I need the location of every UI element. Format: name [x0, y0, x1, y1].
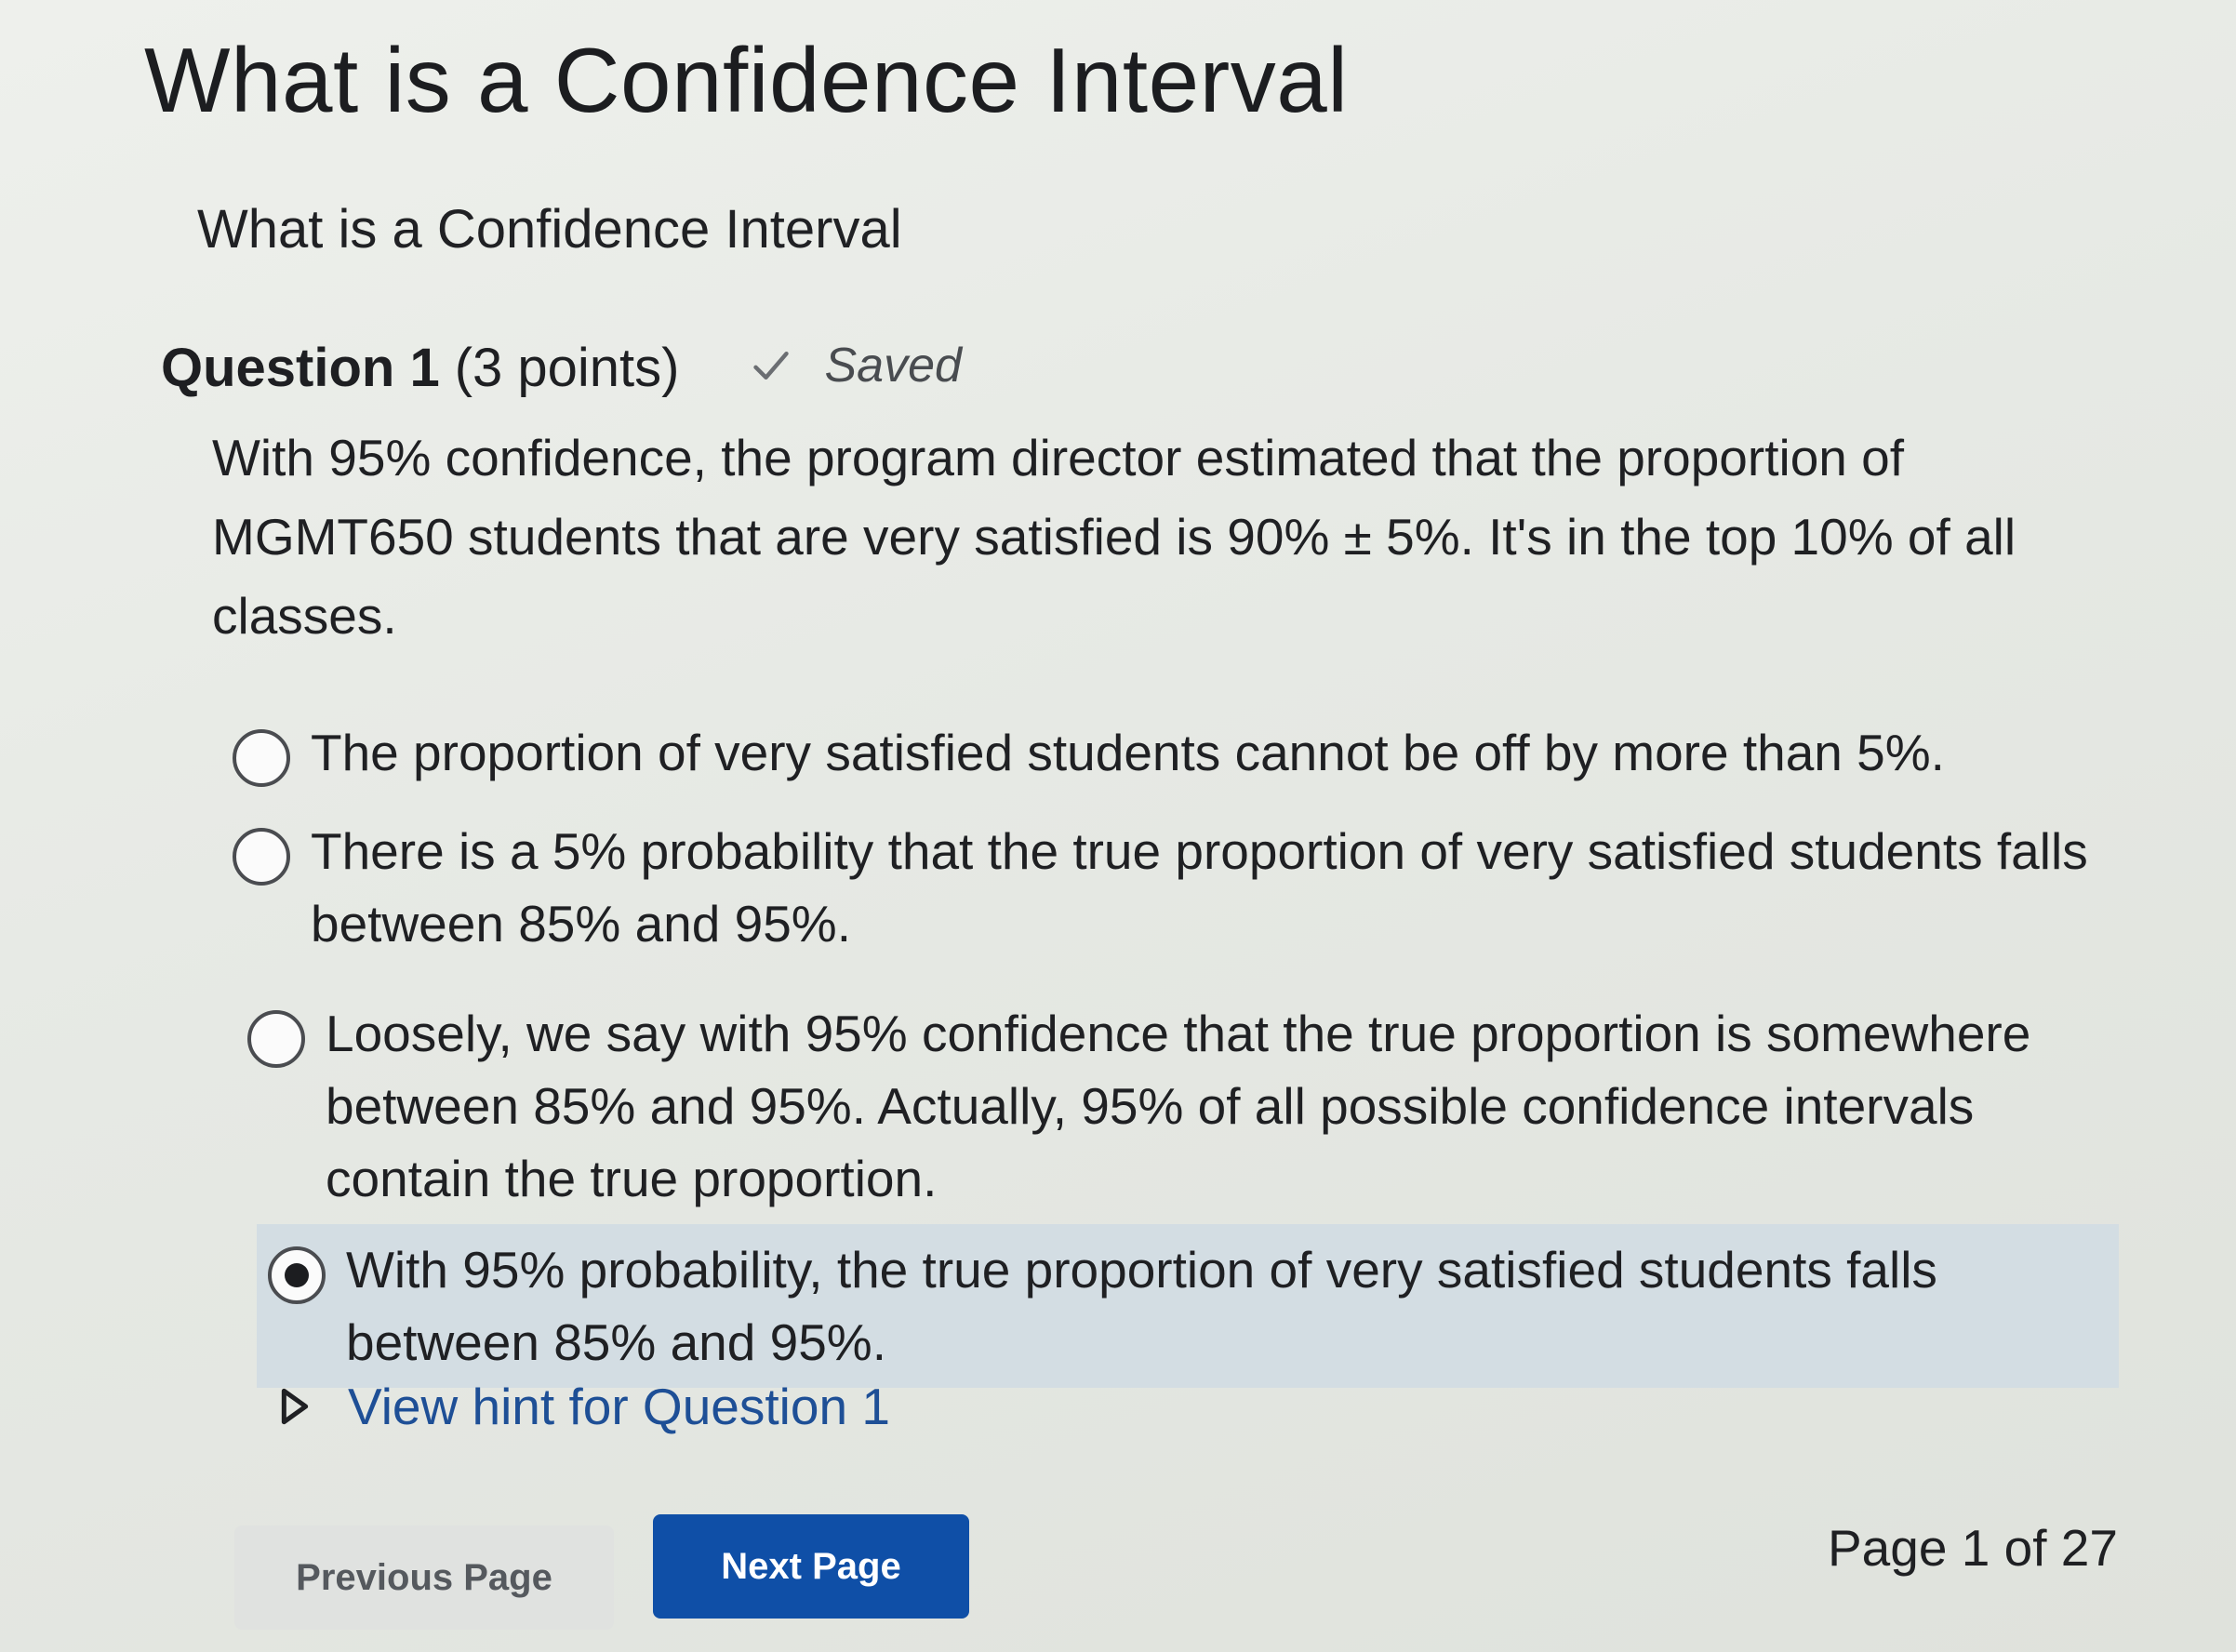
- radio-selected-dot: [285, 1263, 309, 1287]
- answer-options: The proportion of very satisfied student…: [233, 707, 2119, 1388]
- question-text: With 95% confidence, the program directo…: [212, 429, 2016, 645]
- page-indicator: Page 1 of 27: [1828, 1519, 2118, 1577]
- check-icon: [752, 351, 789, 380]
- previous-page-button[interactable]: Previous Page: [234, 1525, 614, 1630]
- hint-link[interactable]: View hint for Question 1: [348, 1377, 890, 1436]
- radio-button-selected[interactable]: [268, 1246, 326, 1304]
- question-points: (3 points): [454, 338, 680, 398]
- radio-button[interactable]: [233, 729, 290, 787]
- answer-option-text: With 95% probability, the true proportio…: [346, 1241, 1937, 1371]
- answer-option-text: The proportion of very satisfied student…: [311, 724, 1945, 781]
- question-header: Question 1 (3 points) Saved: [161, 337, 962, 399]
- hint-toggle[interactable]: View hint for Question 1: [279, 1377, 890, 1436]
- next-page-button[interactable]: Next Page: [653, 1514, 969, 1619]
- page-title: What is a Confidence Interval: [144, 29, 1349, 131]
- triangle-right-icon: [281, 1388, 309, 1425]
- saved-status-text: Saved: [824, 339, 962, 393]
- answer-option-selected[interactable]: With 95% probability, the true proportio…: [257, 1224, 2119, 1388]
- radio-button[interactable]: [233, 828, 290, 886]
- answer-option[interactable]: Loosely, we say with 95% confidence that…: [247, 988, 2111, 1224]
- answer-option[interactable]: There is a 5% probability that the true …: [233, 806, 2111, 969]
- answer-option-text: There is a 5% probability that the true …: [311, 822, 2088, 953]
- radio-button[interactable]: [247, 1010, 305, 1068]
- saved-status: Saved: [751, 338, 962, 393]
- question-label: Question 1: [161, 338, 440, 398]
- section-title: What is a Confidence Interval: [197, 199, 902, 260]
- answer-option-text: Loosely, we say with 95% confidence that…: [326, 1005, 2031, 1207]
- quiz-page: What is a Confidence Interval What is a …: [0, 0, 2236, 1652]
- answer-option[interactable]: The proportion of very satisfied student…: [233, 707, 2111, 798]
